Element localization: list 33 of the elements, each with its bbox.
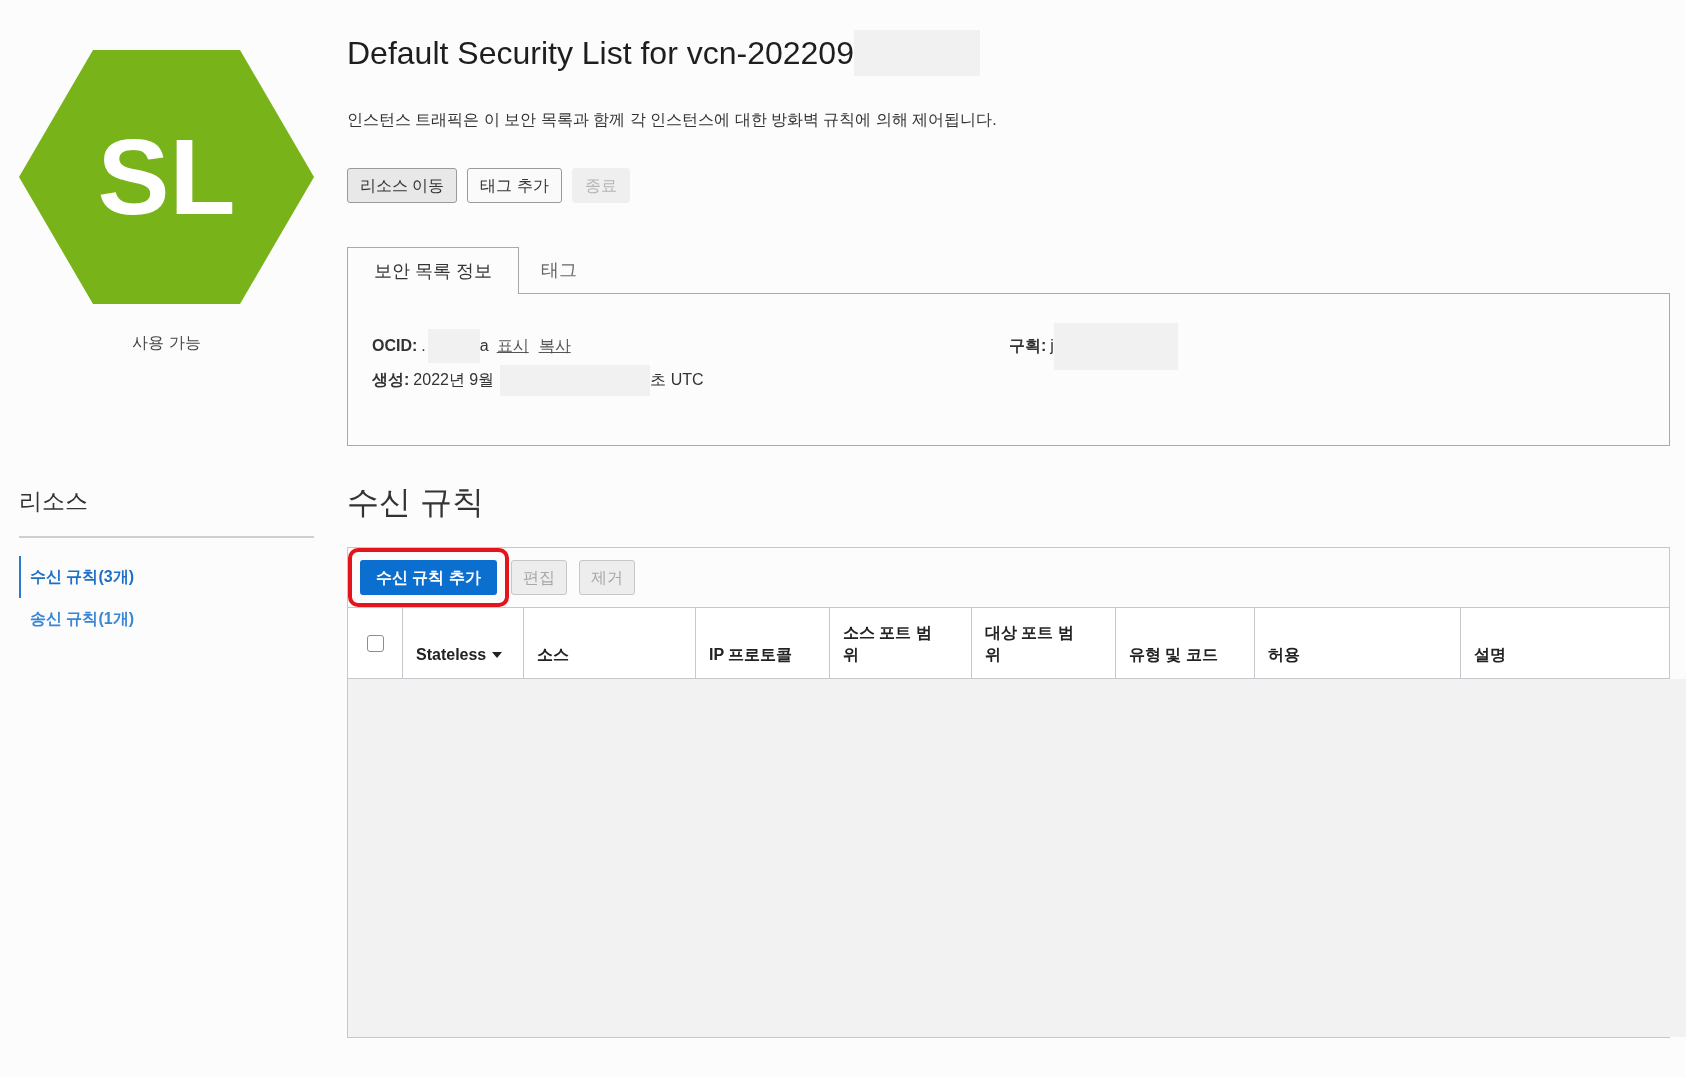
- field-label: OCID:: [372, 336, 418, 356]
- action-button[interactable]: 리소스 이동: [347, 168, 458, 203]
- column-header: 소스 포트 범위: [843, 623, 933, 665]
- field-value: j: [1050, 336, 1054, 356]
- field-value: 초 UTC: [650, 370, 704, 390]
- text-link[interactable]: 복사: [538, 334, 571, 358]
- badge-initials: SL: [97, 123, 236, 231]
- column-header: 설명: [1474, 645, 1506, 665]
- tab[interactable]: 태그: [519, 247, 599, 293]
- field-value: 2022년 9월: [413, 370, 495, 390]
- page-description: 인스턴스 트래픽은 이 보안 목록과 함께 각 인스턴스에 대한 방화벽 규칙에 의해 제어됩니다.: [347, 111, 997, 128]
- sidebar-link[interactable]: 수신 규칙(3개): [19, 556, 136, 598]
- field-label: 생성:: [372, 370, 410, 390]
- text-link[interactable]: 표시: [496, 334, 529, 358]
- sidebar-heading: 리소스: [19, 487, 88, 516]
- add-rule-button[interactable]: 수신 규칙 추가: [360, 560, 497, 595]
- sidebar-link[interactable]: 송신 규칙(1개): [19, 598, 136, 640]
- page-title: Default Security List for vcn-202209: [347, 34, 854, 73]
- column-header: 허용: [1268, 645, 1300, 665]
- field-value: a: [479, 336, 489, 356]
- tab[interactable]: 보안 목록 정보: [347, 247, 519, 294]
- column-header: 소스: [537, 645, 569, 665]
- field-value: .: [421, 336, 426, 356]
- select-all-checkbox[interactable]: [366, 634, 384, 652]
- column-menu-button[interactable]: Stateless: [416, 644, 503, 666]
- section-heading: 수신 규칙: [347, 484, 484, 520]
- column-header: 유형 및 코드: [1129, 645, 1218, 665]
- field-label: 구획:: [1009, 336, 1047, 356]
- action-button[interactable]: 태그 추가: [467, 168, 562, 203]
- column-header: 대상 포트 범위: [985, 623, 1075, 665]
- caret-down-icon: [492, 652, 503, 658]
- column-header: IP 프로토콜: [709, 645, 793, 665]
- status-label: 사용 가능: [132, 333, 201, 353]
